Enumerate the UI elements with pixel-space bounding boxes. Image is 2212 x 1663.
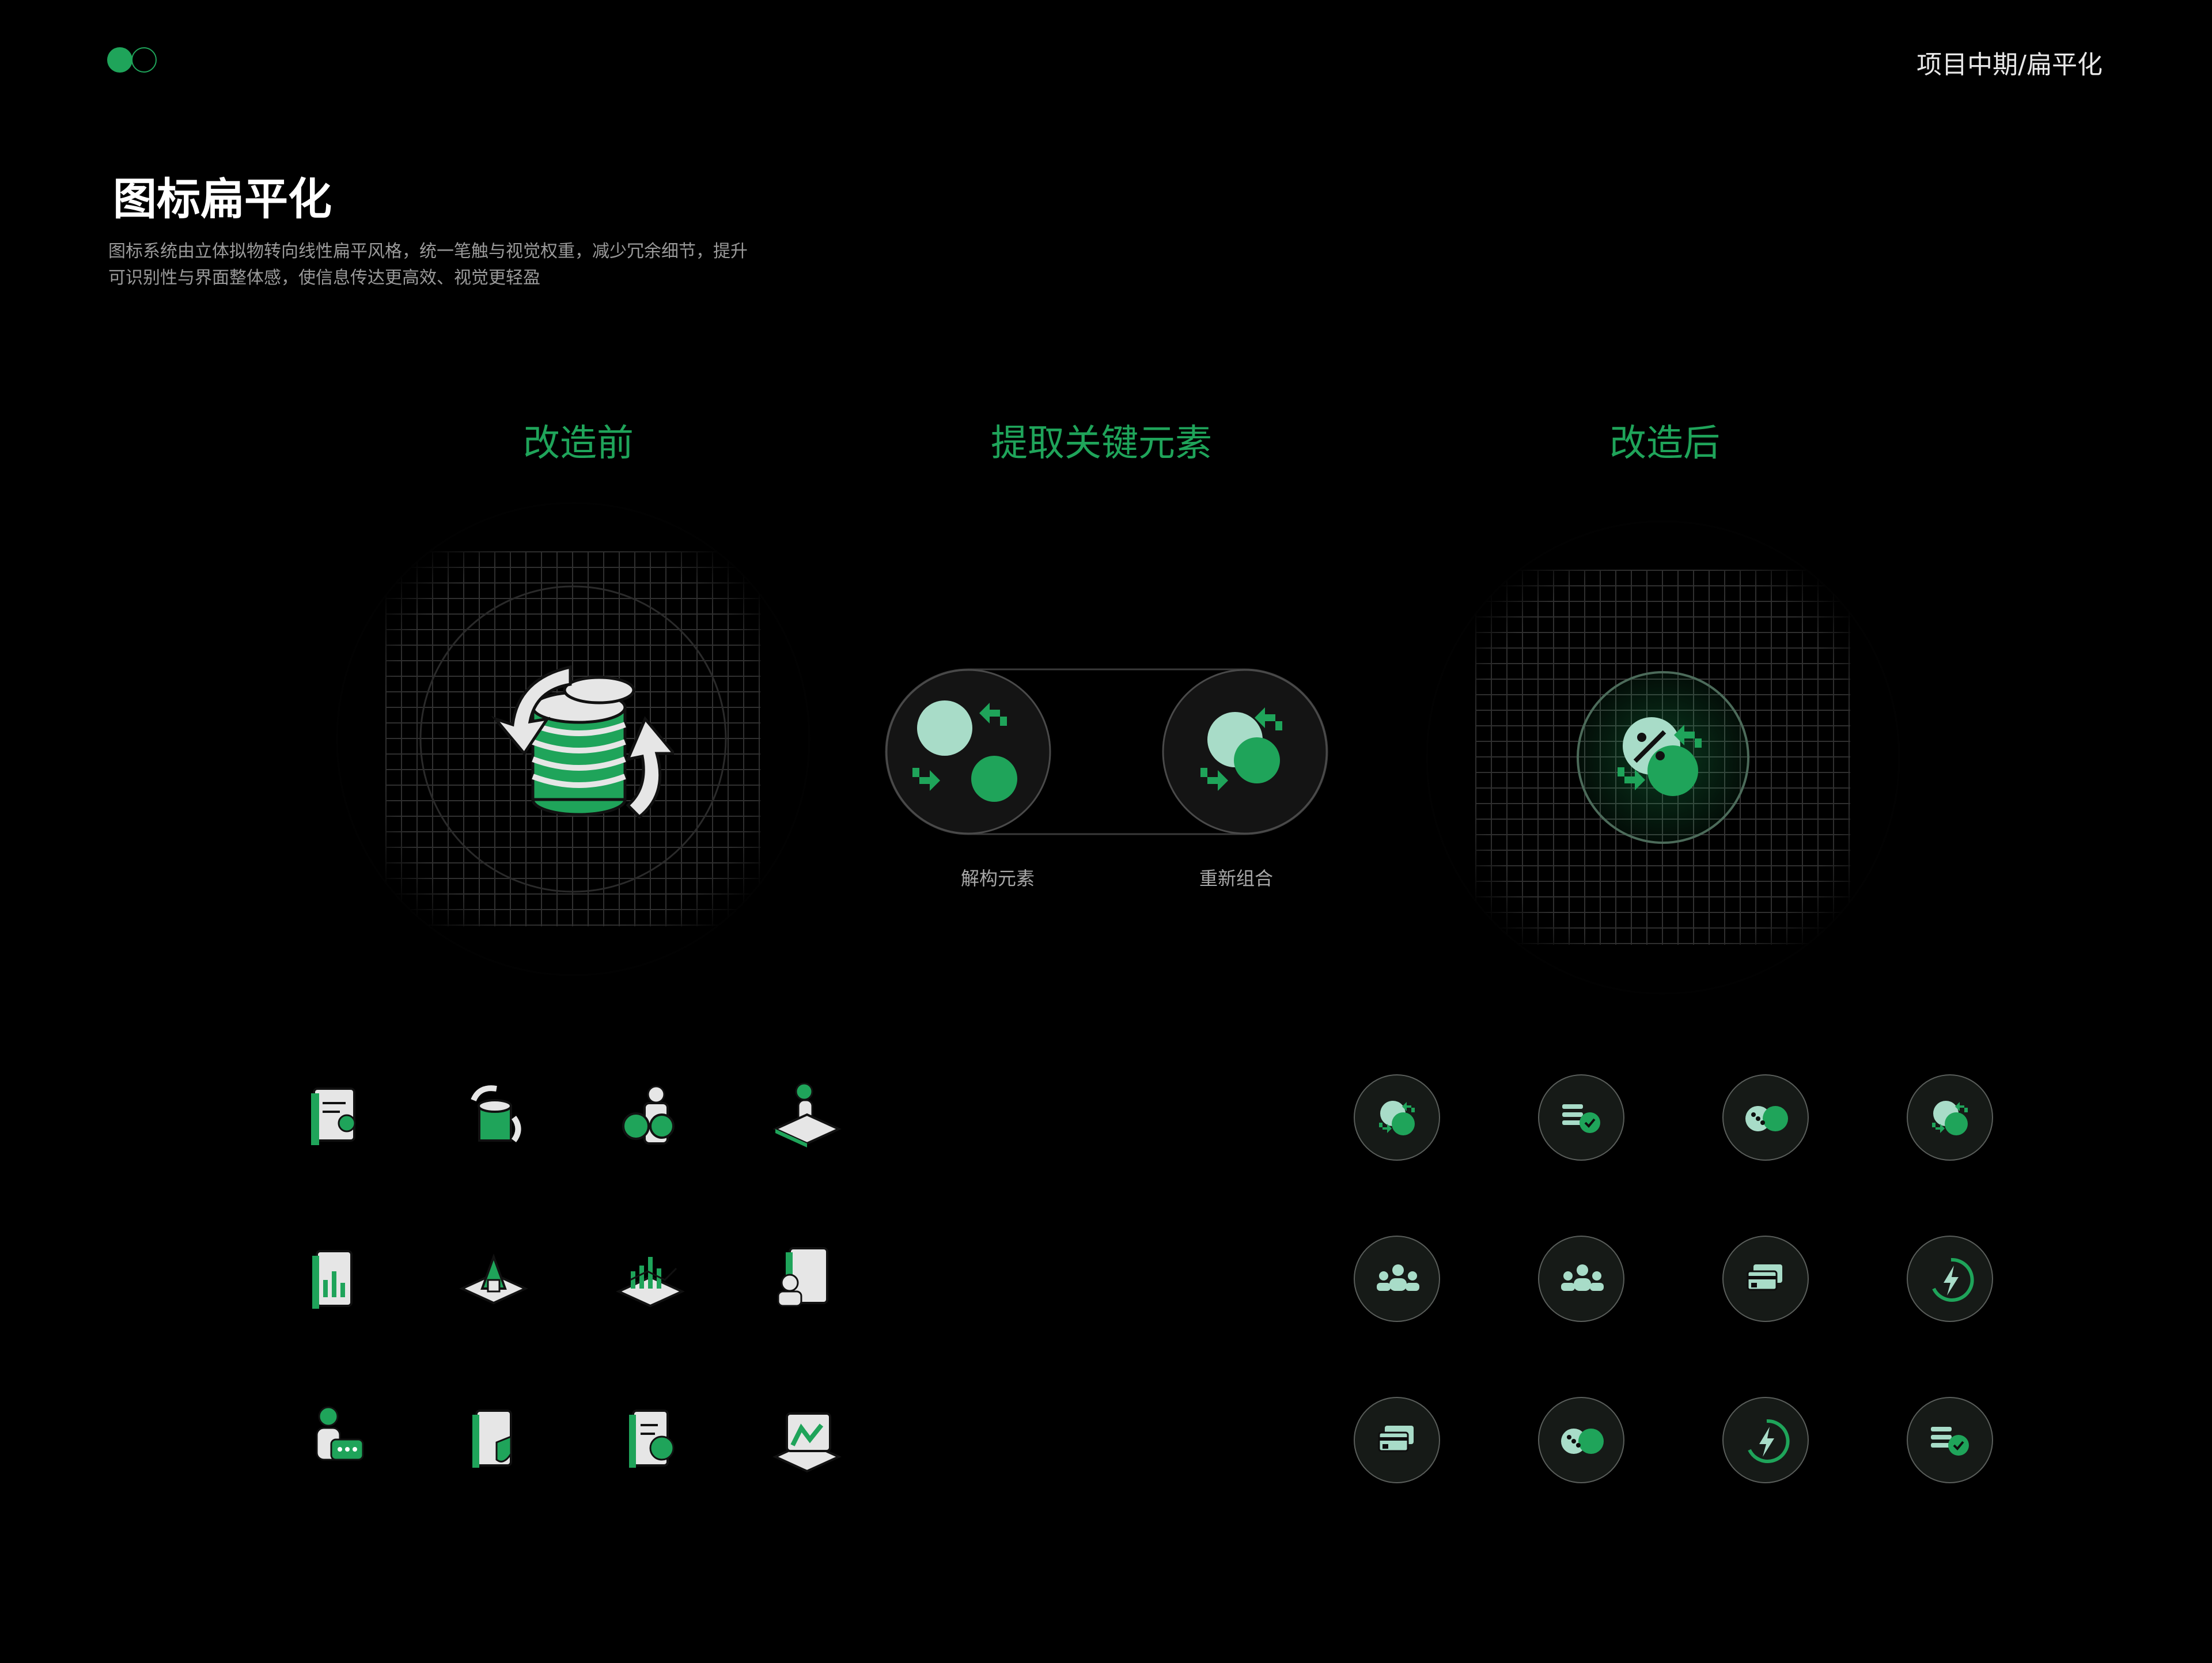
page-description: 图标系统由立体拟物转向线性扁平风格，统一笔触与视觉权重，减少冗余细节，提升 可识… [108, 238, 857, 291]
description-line-1: 图标系统由立体拟物转向线性扁平风格，统一笔触与视觉权重，减少冗余细节，提升 [108, 241, 748, 262]
document-chart-icon [613, 1402, 688, 1477]
coin-exchange-icon-large [491, 665, 674, 819]
after-icon-grid [1354, 1074, 1999, 1489]
coins-percent-icon [1538, 1397, 1624, 1483]
breadcrumb: 项目中期/扁平化 [1916, 50, 2103, 79]
card-stack-icon [1354, 1397, 1440, 1483]
description-line-2: 可识别性与界面整体感，使信息传达更高效、视觉更轻盈 [108, 268, 540, 288]
documents-person-icon [770, 1240, 844, 1315]
lightning-refresh-icon [1907, 1236, 1993, 1322]
after-showcase [1424, 518, 1902, 997]
column-head-after: 改造后 [1609, 422, 1720, 465]
group-people-icon [1354, 1236, 1440, 1322]
card-stack-icon [1722, 1236, 1809, 1322]
coins-percent-icon [1722, 1074, 1809, 1161]
coin-stack-check-icon [1538, 1074, 1624, 1161]
lightning-refresh-icon [1722, 1397, 1809, 1483]
coin-stack-check-icon [1907, 1397, 1993, 1483]
percent-exchange-icon [1354, 1074, 1440, 1161]
page-title: 图标扁平化 [113, 173, 332, 225]
before-showcase [334, 500, 812, 978]
bar-chart-book-icon [300, 1240, 374, 1315]
column-head-extract: 提取关键元素 [991, 422, 1212, 465]
id-card-person-icon [300, 1077, 374, 1152]
growth-chart-icon [613, 1240, 688, 1315]
person-chat-icon [300, 1402, 374, 1477]
group-people-icon [1538, 1236, 1624, 1322]
column-head-before: 改造前 [523, 422, 634, 465]
extract-panel [885, 668, 1328, 835]
caption-recombine: 重新组合 [1199, 868, 1273, 889]
person-desk-icon [770, 1077, 844, 1152]
brand-logo-dots [107, 47, 165, 73]
screen-chart-icon [770, 1402, 844, 1477]
person-bitcoin-icon [613, 1077, 688, 1152]
chart-platform-icon [456, 1240, 531, 1315]
before-icon-grid [300, 1077, 864, 1480]
document-shield-icon [456, 1402, 531, 1477]
coin-exchange-icon [456, 1077, 531, 1152]
percent-exchange-icon [1907, 1074, 1993, 1161]
caption-deconstruct: 解构元素 [960, 868, 1035, 889]
